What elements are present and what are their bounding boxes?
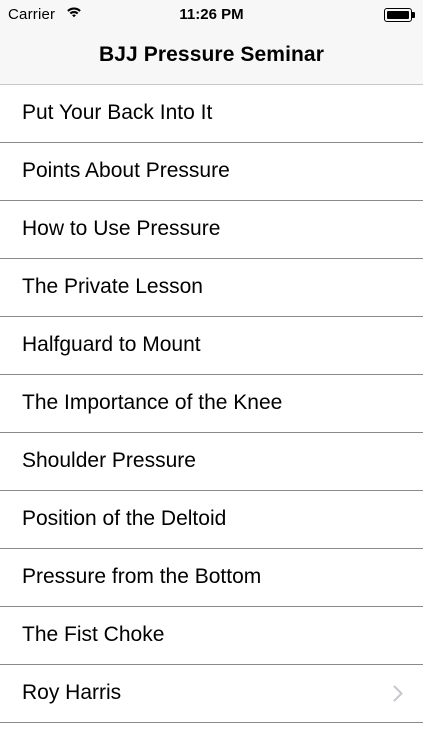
list-item-roy-harris[interactable]: Roy Harris [0, 665, 423, 723]
chevron-right-icon [393, 685, 403, 702]
list-item-label: Position of the Deltoid [22, 507, 227, 530]
status-bar: Carrier 11:26 PM [0, 0, 423, 28]
list-item-label: The Importance of the Knee [22, 391, 283, 414]
list-item-label: Halfguard to Mount [22, 333, 201, 356]
list-item-label: Roy Harris [22, 681, 122, 704]
list-item-label: The Private Lesson [22, 275, 203, 298]
list-item-label: Shoulder Pressure [22, 449, 196, 472]
list-item[interactable]: The Fist Choke [0, 607, 423, 665]
page-title: BJJ Pressure Seminar [99, 43, 324, 66]
list-item[interactable]: Halfguard to Mount [0, 317, 423, 375]
list-item-label: Points About Pressure [22, 159, 230, 182]
list-item[interactable]: The Importance of the Knee [0, 375, 423, 433]
list-item[interactable]: The Private Lesson [0, 259, 423, 317]
list-item[interactable]: How to Use Pressure [0, 201, 423, 259]
list-item[interactable]: Put Your Back Into It [0, 85, 423, 143]
lesson-list: Put Your Back Into It Points About Press… [0, 85, 423, 723]
screen: Carrier 11:26 PM BJJ Pressure Seminar Pu… [0, 0, 423, 750]
list-item[interactable]: Position of the Deltoid [0, 491, 423, 549]
battery-icon [384, 8, 416, 22]
battery-level [387, 11, 409, 19]
list-item-label: The Fist Choke [22, 623, 165, 646]
list-item-label: Pressure from the Bottom [22, 565, 262, 588]
list-item[interactable]: Shoulder Pressure [0, 433, 423, 491]
list-item-label: How to Use Pressure [22, 217, 221, 240]
list-item[interactable]: Points About Pressure [0, 143, 423, 201]
list-item[interactable]: Pressure from the Bottom [0, 549, 423, 607]
clock: 11:26 PM [179, 6, 244, 23]
list-item-label: Put Your Back Into It [22, 101, 213, 124]
navigation-header: Carrier 11:26 PM BJJ Pressure Seminar [0, 0, 423, 85]
